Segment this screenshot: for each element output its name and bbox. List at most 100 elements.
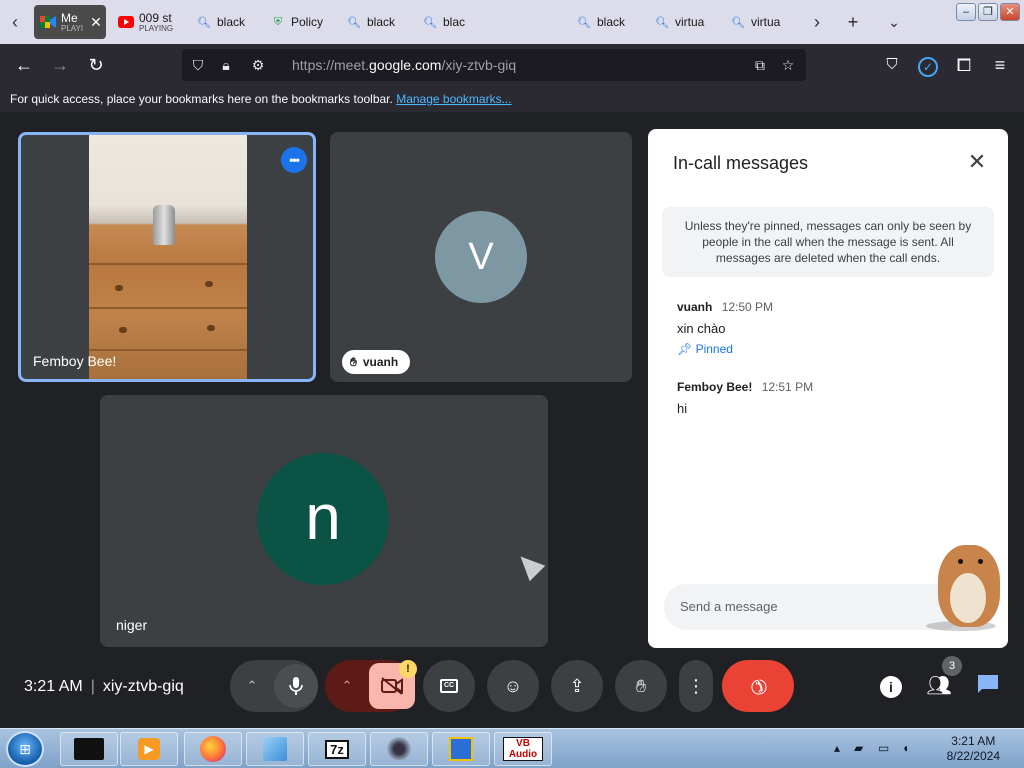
tab-subtitle: PLAYING xyxy=(139,23,174,33)
tab-search-virtual-2[interactable]: 🔍︎ virtua xyxy=(724,5,796,39)
tab-youtube[interactable]: 009 st PLAYING xyxy=(112,5,184,39)
message-text: xin chào xyxy=(677,321,726,336)
notepad-icon[interactable] xyxy=(246,732,304,766)
drawer-knob xyxy=(119,327,127,333)
tab-title: virtua xyxy=(751,15,781,29)
volume-icon[interactable]: ◖ xyxy=(902,741,909,755)
tab-title: black xyxy=(597,15,626,29)
hand-icon: ✋︎ xyxy=(635,675,647,696)
back-arrow-icon[interactable]: ← xyxy=(10,52,38,78)
more-options-button[interactable]: ⋮ xyxy=(679,660,713,712)
reactions-button[interactable]: ☺ xyxy=(487,660,539,712)
monitor-icon[interactable]: ▭ xyxy=(878,741,889,755)
tab-meet[interactable]: Me PLAYI ✕ xyxy=(34,5,106,39)
search-icon: 🔍︎ xyxy=(423,16,437,29)
menu-hamburger-icon[interactable]: ≡ xyxy=(986,52,1014,78)
participant-tile-niger[interactable]: n niger xyxy=(100,395,548,647)
bookmarks-toolbar: For quick access, place your bookmarks h… xyxy=(0,86,1024,112)
in-call-messages-panel: In-call messages ✕ Unless they're pinned… xyxy=(648,129,1008,648)
url-bar[interactable]: ⛉ 🔒︎ ⚙ https://meet.google.com/xiy-ztvb-… xyxy=(182,49,806,81)
url-text[interactable]: https://meet.google.com/xiy-ztvb-giq xyxy=(292,57,516,73)
microphone-icon[interactable] xyxy=(274,664,318,708)
forward-arrow-icon[interactable]: → xyxy=(46,52,74,78)
search-icon: 🔍︎ xyxy=(577,16,591,29)
avatar: V xyxy=(435,211,527,303)
start-button-icon[interactable]: ⊞ xyxy=(6,731,44,767)
black-box-icon[interactable] xyxy=(60,732,118,766)
pocket-icon[interactable]: ⛉ xyxy=(878,52,906,78)
pinned-text: Pinned xyxy=(695,342,733,356)
hamster-sticker xyxy=(922,525,1006,633)
drawer-edge xyxy=(89,263,247,265)
message-time: 12:50 PM xyxy=(721,300,774,314)
google-meet-icon xyxy=(40,14,56,30)
message-text: hi xyxy=(677,401,688,416)
self-video-tile[interactable]: ••• Femboy Bee! xyxy=(18,132,316,382)
message-time: 12:51 PM xyxy=(761,380,814,394)
minimize-icon[interactable]: – xyxy=(956,3,976,21)
present-screen-button[interactable]: ⇪ xyxy=(551,660,603,712)
chat-notice: Unless they're pinned, messages can only… xyxy=(662,207,994,277)
chat-bubble-icon[interactable] xyxy=(975,673,1001,699)
tab-scroll-right-icon[interactable]: › xyxy=(803,8,831,36)
network-status-icon[interactable]: ▰ xyxy=(854,741,863,755)
tab-title: black xyxy=(367,15,396,29)
tab-search-black-4[interactable]: 🔍︎ black xyxy=(570,5,642,39)
reload-icon[interactable]: ↻ xyxy=(82,52,110,78)
new-tab-plus-icon[interactable]: + xyxy=(839,8,867,36)
emoji-icon: ☺ xyxy=(503,675,523,696)
tab-search-black-3[interactable]: 🔍︎ blac xyxy=(416,5,480,39)
tracking-protection-shield-icon[interactable]: ⛉ xyxy=(188,55,208,75)
lock-icon[interactable]: 🔒︎ xyxy=(216,55,236,75)
send-message-input[interactable]: Send a message xyxy=(664,584,964,630)
participant-name: niger xyxy=(116,617,148,633)
close-icon[interactable]: ✕ xyxy=(964,149,990,175)
extension-check-icon[interactable]: ✓ xyxy=(914,52,942,78)
floppy-icon[interactable] xyxy=(432,732,490,766)
clock-time: 3:21 AM xyxy=(951,734,996,748)
permissions-icon[interactable]: ⚙ xyxy=(244,55,272,75)
pinned-label[interactable]: 📌︎ Pinned xyxy=(677,342,733,356)
extensions-puzzle-icon[interactable]: ⧠ xyxy=(950,52,978,78)
system-tray: ▴ ▰ ▭ ◖ 3:21 AM 8/22/2024 xyxy=(834,729,1024,768)
participant-tile-vuanh[interactable]: V ✋︎ vuanh xyxy=(330,132,632,382)
clock-date: 8/22/2024 xyxy=(946,749,1000,763)
close-window-icon[interactable]: ✕ xyxy=(1000,3,1020,21)
more-vertical-icon: ⋮ xyxy=(687,675,705,696)
bookmark-star-icon[interactable]: ☆ xyxy=(778,55,798,75)
raise-hand-button[interactable]: ✋︎ xyxy=(615,660,667,712)
leave-call-button[interactable]: ✆ xyxy=(722,660,794,712)
firefox-icon[interactable] xyxy=(184,732,242,766)
tab-search-black[interactable]: 🔍︎ black xyxy=(190,5,260,39)
vb-audio-icon[interactable]: VB Audio xyxy=(494,732,552,766)
picture-in-picture-icon[interactable]: ⧉ xyxy=(750,55,770,75)
list-all-tabs-chevron-icon[interactable]: ⌄ xyxy=(880,8,908,36)
captions-button[interactable]: CC xyxy=(423,660,475,712)
meeting-details-info-icon[interactable]: i xyxy=(878,673,904,699)
webcam-icon[interactable] xyxy=(370,732,428,766)
tab-search-black-2[interactable]: 🔍︎ black xyxy=(340,5,410,39)
tab-close-icon[interactable]: ✕ xyxy=(90,14,102,31)
message-sender: vuanh xyxy=(677,300,713,314)
tab-strip: ‹ Me PLAYI ✕ 009 st PLAYING 🔍︎ black ⛨ Pol… xyxy=(0,0,1024,44)
tile-more-options-icon[interactable]: ••• xyxy=(281,147,307,173)
manage-bookmarks-link[interactable]: Manage bookmarks... xyxy=(396,92,511,106)
media-player-icon[interactable]: ▶ xyxy=(120,732,178,766)
restore-icon[interactable]: ❐ xyxy=(978,3,998,21)
taskbar-clock[interactable]: 3:21 AM 8/22/2024 xyxy=(947,734,1000,764)
hamster-belly xyxy=(950,573,986,623)
avatar: n xyxy=(257,453,389,585)
windows-taskbar: ⊞ ▶ 7z VB Audio ▴ ▰ ▭ ◖ 3:21 AM 8/22/202… xyxy=(0,728,1024,768)
drawer-edge xyxy=(89,349,247,351)
7zip-icon[interactable]: 7z xyxy=(308,732,366,766)
bookmarks-hint: For quick access, place your bookmarks h… xyxy=(10,92,393,106)
tab-policy[interactable]: ⛨ Policy xyxy=(264,5,334,39)
vb-audio-label: VB Audio xyxy=(503,737,543,761)
video-settings-chevron-icon[interactable]: ⌃ xyxy=(325,678,369,694)
7zip-label: 7z xyxy=(325,739,349,759)
audio-settings-chevron-icon[interactable]: ⌃ xyxy=(230,678,274,694)
tab-search-virtual[interactable]: 🔍︎ virtua xyxy=(648,5,720,39)
people-icon[interactable]: 👥︎ xyxy=(926,673,952,699)
tab-scroll-left-icon[interactable]: ‹ xyxy=(2,8,28,36)
show-hidden-icons-icon[interactable]: ▴ xyxy=(834,741,840,755)
